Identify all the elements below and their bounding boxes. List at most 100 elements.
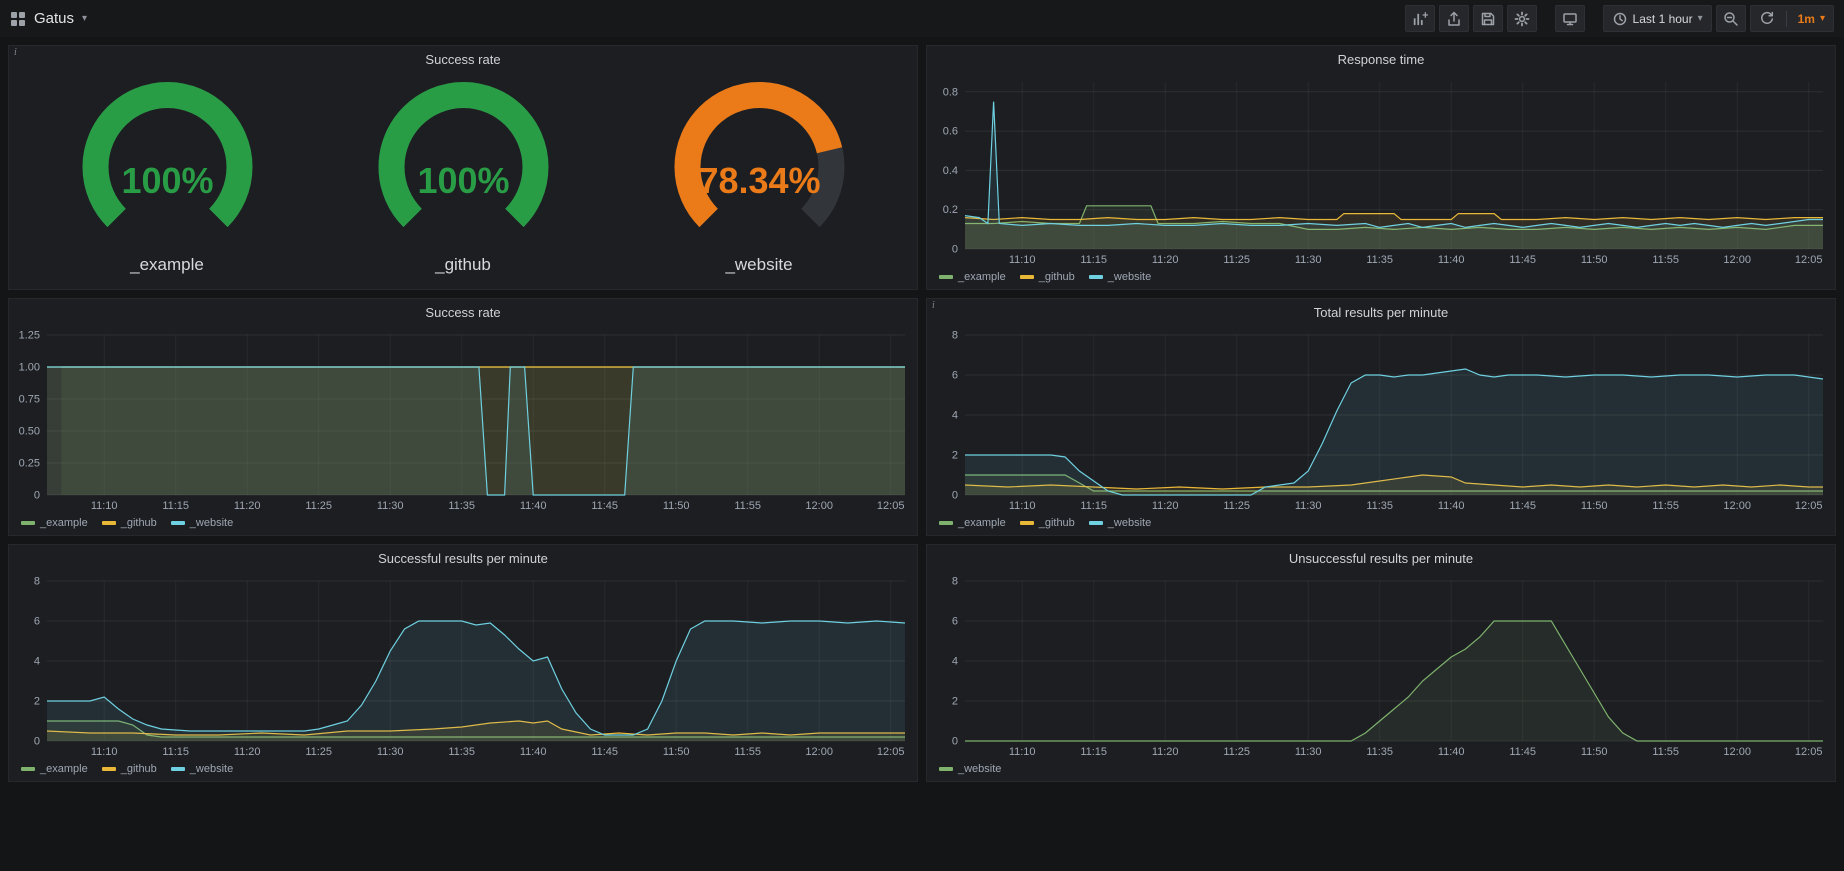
dashboard-title[interactable]: Gatus: [34, 10, 74, 27]
x-tick-label: 11:15: [1080, 254, 1107, 266]
share-icon: [1446, 11, 1462, 27]
x-tick-label: 11:45: [1509, 500, 1536, 512]
panel-title[interactable]: Response time: [1338, 52, 1425, 67]
chart-legend: _example _github _website: [927, 269, 1835, 289]
save-dashboard-button[interactable]: [1473, 5, 1503, 32]
x-tick-label: 11:55: [1652, 254, 1679, 266]
x-tick-label: 11:50: [1581, 746, 1608, 758]
legend-series-label: _example: [958, 517, 1006, 529]
panel-title[interactable]: Successful results per minute: [378, 551, 548, 566]
legend-item-github[interactable]: _github: [1020, 271, 1075, 283]
legend-item-github[interactable]: _github: [102, 763, 157, 775]
x-tick-label: 11:25: [305, 746, 332, 758]
refresh-icon: [1759, 11, 1775, 27]
panel-header: Success rate: [9, 46, 917, 72]
y-tick-label: 4: [952, 656, 958, 668]
legend-series-label: _website: [190, 763, 233, 775]
legend-item-website[interactable]: _website: [1089, 271, 1151, 283]
legend-series-icon: [1089, 275, 1103, 279]
y-tick-label: 2: [952, 450, 958, 462]
legend-series-label: _example: [40, 517, 88, 529]
x-tick-label: 11:15: [1080, 500, 1107, 512]
panel-title[interactable]: Success rate: [425, 52, 500, 67]
time-range-picker[interactable]: Last 1 hour ▾: [1603, 5, 1712, 32]
y-tick-label: 8: [34, 576, 40, 588]
zoom-out-button[interactable]: [1716, 5, 1746, 32]
legend-series-icon: [171, 767, 185, 771]
y-tick-label: 1.00: [19, 362, 40, 374]
x-tick-label: 11:40: [520, 500, 547, 512]
dashboard-settings-button[interactable]: [1507, 5, 1537, 32]
panel-header: Response time: [927, 46, 1835, 72]
refresh-interval-caret-icon[interactable]: ▾: [1820, 14, 1825, 24]
legend-item-website[interactable]: _website: [1089, 517, 1151, 529]
y-tick-label: 0.8: [943, 86, 958, 98]
panel-success-rate-gauges: i Success rate 100% _example 100% _githu…: [8, 45, 918, 290]
success-rate-chart[interactable]: 00.250.500.751.001.2511:1011:1511:2011:2…: [9, 325, 917, 515]
x-tick-label: 12:05: [877, 746, 905, 758]
x-tick-label: 11:10: [1009, 746, 1036, 758]
x-tick-label: 11:40: [1438, 500, 1465, 512]
gear-icon: [1514, 11, 1530, 27]
x-tick-label: 11:30: [1295, 500, 1322, 512]
panel-header: Success rate: [9, 299, 917, 325]
total-results-chart[interactable]: 0246811:1011:1511:2011:2511:3011:3511:40…: [927, 325, 1835, 515]
y-tick-label: 0: [34, 490, 40, 502]
gauge-example: 100% _example: [50, 81, 285, 275]
refresh-controls[interactable]: 1m ▾: [1750, 5, 1834, 32]
x-tick-label: 12:00: [1723, 746, 1751, 758]
legend-item-website[interactable]: _website: [939, 763, 1001, 775]
y-tick-label: 0.50: [19, 426, 40, 438]
legend-item-website[interactable]: _website: [171, 763, 233, 775]
dashboard-grid: i Success rate 100% _example 100% _githu…: [0, 37, 1844, 790]
x-tick-label: 12:05: [1795, 746, 1823, 758]
legend-item-website[interactable]: _website: [171, 517, 233, 529]
legend-item-github[interactable]: _github: [102, 517, 157, 529]
legend-item-github[interactable]: _github: [1020, 517, 1075, 529]
top-navbar: Gatus ▾: [0, 0, 1844, 37]
x-tick-label: 11:45: [591, 746, 618, 758]
legend-item-example[interactable]: _example: [21, 517, 88, 529]
chart-body: 0246811:1011:1511:2011:2511:3011:3511:40…: [927, 325, 1835, 535]
response-time-chart[interactable]: 00.20.40.60.811:1011:1511:2011:2511:3011…: [927, 72, 1835, 269]
legend-series-icon: [102, 767, 116, 771]
x-tick-label: 11:35: [448, 746, 475, 758]
y-tick-label: 0.6: [943, 126, 958, 138]
dashboard-grid-icon[interactable]: [10, 11, 26, 27]
share-dashboard-button[interactable]: [1439, 5, 1469, 32]
legend-item-example[interactable]: _example: [939, 271, 1006, 283]
x-tick-label: 11:10: [91, 746, 118, 758]
cycle-view-button[interactable]: [1555, 5, 1585, 32]
panel-total-results: i Total results per minute 0246811:1011:…: [926, 298, 1836, 536]
save-icon: [1480, 11, 1496, 27]
x-tick-label: 11:40: [1438, 254, 1465, 266]
dashboard-title-caret-icon[interactable]: ▾: [82, 14, 87, 24]
x-tick-label: 11:55: [734, 746, 761, 758]
gauge-label: _example: [130, 255, 204, 275]
chart-legend: _example _github _website: [927, 515, 1835, 535]
panel-title[interactable]: Success rate: [425, 305, 500, 320]
panel-title[interactable]: Unsuccessful results per minute: [1289, 551, 1473, 566]
x-tick-label: 11:25: [1223, 500, 1250, 512]
x-tick-label: 11:20: [1152, 254, 1179, 266]
y-tick-label: 0: [952, 736, 958, 748]
legend-series-label: _website: [1108, 517, 1151, 529]
refresh-interval-label[interactable]: 1m: [1798, 12, 1815, 26]
gauge-label: _website: [725, 255, 792, 275]
panel-title[interactable]: Total results per minute: [1314, 305, 1448, 320]
legend-item-example[interactable]: _example: [21, 763, 88, 775]
gauge-github: 100% _github: [346, 81, 581, 275]
gauge-arc: 78.34%: [642, 81, 877, 253]
x-tick-label: 12:00: [805, 746, 833, 758]
x-tick-label: 11:50: [1581, 500, 1608, 512]
successful-results-chart[interactable]: 0246811:1011:1511:2011:2511:3011:3511:40…: [9, 571, 917, 761]
panel-success-rate-series: Success rate 00.250.500.751.001.2511:101…: [8, 298, 918, 536]
legend-series-label: _github: [1039, 271, 1075, 283]
add-panel-button[interactable]: [1405, 5, 1435, 32]
x-tick-label: 12:05: [1795, 254, 1823, 266]
unsuccessful-results-chart[interactable]: 0246811:1011:1511:2011:2511:3011:3511:40…: [927, 571, 1835, 761]
legend-item-example[interactable]: _example: [939, 517, 1006, 529]
gauge-value: 100%: [121, 160, 213, 201]
x-tick-label: 11:10: [1009, 500, 1036, 512]
x-tick-label: 12:00: [1723, 500, 1751, 512]
